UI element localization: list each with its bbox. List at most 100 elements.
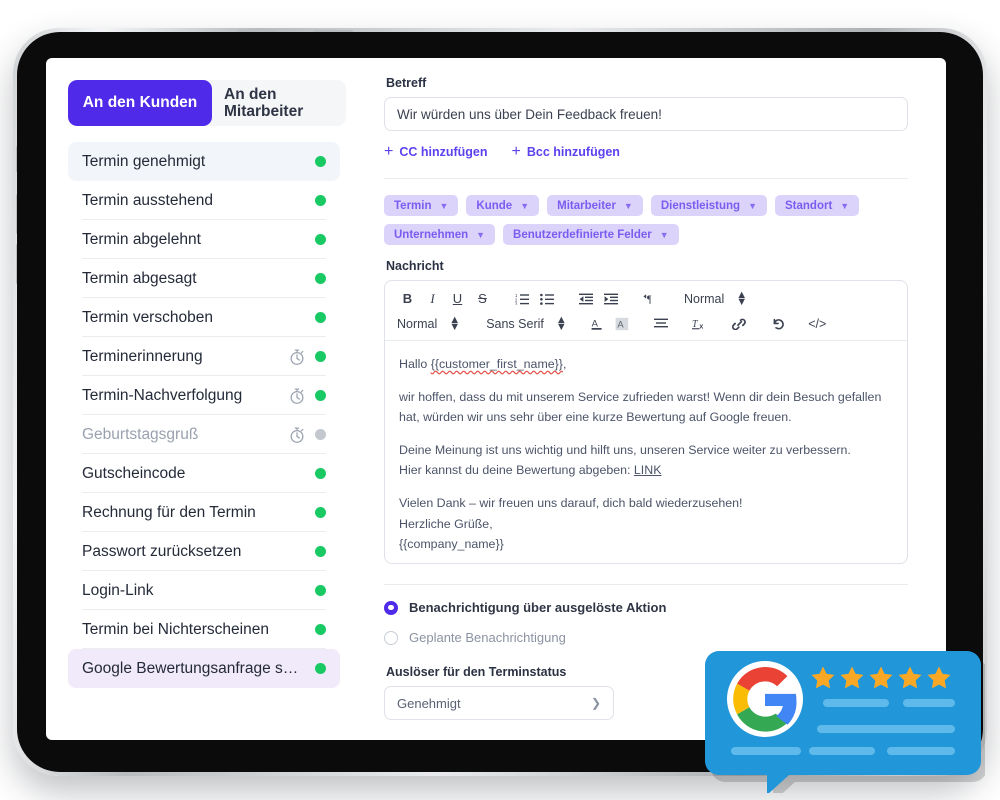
message-label: Nachricht	[386, 259, 444, 273]
status-indicator-dot	[315, 234, 326, 245]
template-list-item[interactable]: Rechnung für den Termin	[68, 493, 340, 532]
review-link[interactable]: LINK	[634, 463, 662, 477]
variable-chip-label: Benutzerdefinierte Felder	[513, 228, 652, 241]
status-indicator-dot	[315, 624, 326, 635]
variable-chip[interactable]: Unternehmen ▼	[384, 224, 496, 245]
template-list-item[interactable]: Termin bei Nichterscheinen	[68, 610, 340, 649]
greeting-variable: {{customer_first_name}}	[430, 357, 563, 371]
svg-text:x: x	[700, 324, 704, 330]
outdent-icon[interactable]	[573, 288, 598, 309]
message-body[interactable]: Hallo {{customer_first_name}}, wir hoffe…	[385, 341, 907, 563]
radio-triggered-label: Benachrichtigung über ausgelöste Aktion	[409, 600, 667, 615]
radio-indicator-unchecked[interactable]	[384, 630, 398, 645]
indent-icon[interactable]	[598, 288, 623, 309]
stopwatch-icon	[290, 427, 304, 443]
variable-chip[interactable]: Standort ▼	[775, 195, 860, 216]
status-indicator-dot	[315, 585, 326, 596]
ordered-list-icon[interactable]: 1 2 3	[509, 288, 534, 309]
variable-chip[interactable]: Benutzerdefinierte Felder ▼	[503, 224, 679, 245]
trigger-status-value: Genehmigt	[397, 695, 461, 711]
template-editor-panel: Betreff + CC hinzufügen + Bcc hinzufügen	[362, 58, 946, 740]
add-cc-button[interactable]: + CC hinzufügen	[384, 144, 488, 160]
code-view-button[interactable]: </>	[805, 313, 830, 334]
bold-button[interactable]: B	[395, 288, 420, 309]
sidebar: An den Kunden An den Mitarbeiter Termin …	[46, 58, 362, 740]
status-indicator-dot	[315, 273, 326, 284]
add-bcc-button[interactable]: + Bcc hinzufügen	[512, 144, 620, 160]
variable-chip[interactable]: Dienstleistung ▼	[650, 195, 767, 216]
font-select[interactable]: Sans Serif ▲ ▼	[478, 313, 571, 334]
align-icon[interactable]	[649, 313, 674, 334]
template-list-item[interactable]: Termin verschoben	[68, 298, 340, 337]
chevron-down-icon: ▼	[748, 200, 757, 211]
message-greeting: Hallo {{customer_first_name}},	[399, 354, 893, 374]
link-icon[interactable]	[727, 313, 752, 334]
greeting-prefix: Hallo	[399, 357, 431, 371]
radio-triggered-notification[interactable]: Benachrichtigung über ausgelöste Aktion	[362, 600, 946, 615]
template-list-item[interactable]: Termin-Nachverfolgung	[68, 376, 340, 415]
screenshot-root: An den Kunden An den Mitarbeiter Termin …	[0, 0, 1000, 800]
template-list-item-label: Termin genehmigt	[82, 152, 206, 170]
variable-chip[interactable]: Termin ▼	[384, 195, 459, 216]
template-list-item-label: Termin abgelehnt	[82, 230, 201, 248]
review-link-prefix: Hier kannst du deine Bewertung abgeben:	[399, 463, 634, 478]
variable-chip[interactable]: Mitarbeiter ▼	[547, 195, 643, 216]
template-list-item-label: Terminerinnerung	[82, 347, 203, 365]
template-list-item[interactable]: Google Bewertungsanfrage s…	[68, 649, 340, 688]
chevron-down-icon: ▼	[520, 200, 530, 211]
italic-button[interactable]: I	[420, 288, 445, 309]
template-list: Termin genehmigt Termin ausstehend Termin …	[46, 142, 362, 688]
editor-toolbar-row-2: Normal ▲ ▼ Sans Serif ▲ ▼ A A T x </>	[395, 313, 897, 334]
radio-indicator-checked[interactable]	[384, 600, 398, 615]
stepper-icon: ▲ ▼	[449, 313, 461, 333]
variable-chip-label: Mitarbeiter	[557, 199, 616, 212]
subject-label: Betreff	[386, 76, 427, 90]
google-review-badge	[705, 643, 987, 800]
message-paragraph-3: Hier kannst du deine Bewertung abgeben: …	[399, 460, 893, 480]
highlight-color-icon[interactable]: A	[610, 313, 635, 334]
status-indicator-dot	[315, 546, 326, 557]
template-list-item-label: Termin abgesagt	[82, 269, 197, 287]
text-direction-icon[interactable]: ¶	[637, 288, 662, 309]
template-list-item[interactable]: Termin abgelehnt	[68, 220, 340, 259]
template-list-item[interactable]: Gutscheincode	[68, 454, 340, 493]
variable-chip-group: Termin ▼ Kunde ▼ Mitarbeiter ▼ Dienstleistung ▼…	[362, 179, 946, 245]
stopwatch-icon	[290, 388, 304, 404]
message-signoff: Herzliche Grüße,	[399, 516, 493, 531]
strikethrough-button[interactable]: S	[470, 288, 495, 309]
audience-segmented-control[interactable]: An den Kunden An den Mitarbeiter	[68, 80, 346, 126]
chevron-down-icon: ▼	[623, 200, 633, 211]
editor-toolbar-row-1: B I U S 1 2 3 ¶ Normal ▲ ▼	[395, 288, 897, 309]
template-list-item-label: Rechnung für den Termin	[82, 503, 256, 521]
template-list-item[interactable]: Geburtstagsgruß	[68, 415, 340, 454]
undo-icon[interactable]	[766, 313, 791, 334]
subject-input[interactable]	[384, 97, 908, 131]
underline-button[interactable]: U	[445, 288, 470, 309]
clear-formatting-icon[interactable]: T x	[688, 313, 713, 334]
bullet-list-icon[interactable]	[534, 288, 559, 309]
variable-chip[interactable]: Kunde ▼	[466, 195, 540, 216]
template-list-item[interactable]: Termin genehmigt	[68, 142, 340, 181]
status-indicator-dot	[315, 468, 326, 479]
tab-an-den-mitarbeiter[interactable]: An den Mitarbeiter	[212, 80, 346, 126]
text-color-icon[interactable]: A	[585, 313, 610, 334]
template-list-item[interactable]: Termin abgesagt	[68, 259, 340, 298]
message-field-group: Nachricht B I U S 1 2 3 ¶ Normal ▲ ▼ Nor…	[362, 245, 946, 564]
template-list-item-label: Geburtstagsgruß	[82, 425, 199, 443]
size-select[interactable]: Normal ▲ ▼	[395, 313, 464, 334]
tab-an-den-mitarbeiter-label: An den Mitarbeiter	[224, 85, 304, 120]
template-list-item-label: Termin verschoben	[82, 308, 213, 326]
template-list-item[interactable]: Passwort zurücksetzen	[68, 532, 340, 571]
chevron-down-icon: ❯	[590, 696, 601, 710]
tab-an-den-kunden[interactable]: An den Kunden	[68, 80, 212, 126]
status-indicator-dot	[315, 156, 326, 167]
status-indicator-dot	[315, 390, 326, 401]
template-list-item[interactable]: Termin ausstehend	[68, 181, 340, 220]
template-list-item[interactable]: Terminerinnerung	[68, 337, 340, 376]
heading-select[interactable]: Normal ▲ ▼	[676, 288, 751, 309]
template-list-item-label: Google Bewertungsanfrage s…	[82, 659, 299, 677]
template-list-item[interactable]: Login-Link	[68, 571, 340, 610]
plus-icon: +	[384, 143, 394, 160]
trigger-status-select[interactable]: Genehmigt ❯	[384, 686, 614, 720]
status-indicator-dot	[315, 351, 326, 362]
